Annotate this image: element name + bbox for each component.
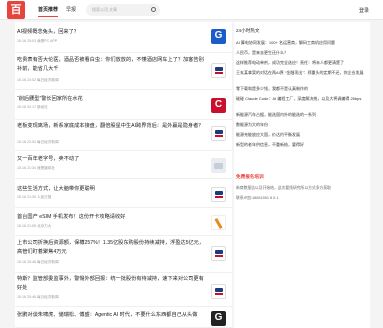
news-item[interactable]: 首台国产 eSIM 手机发布！这份开卡攻略请收好 15.16 21:05 北京力… (15, 208, 232, 236)
news-item[interactable]: 上市公司折换后资源额，保樽257%！1.35亿股东购股份持续减持，浮盈达5亿元，… (15, 236, 232, 273)
news-meta: 15.16 21:05 北京力大 (17, 224, 52, 228)
news-title[interactable]: 又一百年老字号，卖不动了 (17, 155, 205, 164)
hot-news-item[interactable]: 人民币，是来去更生还什么？ (236, 50, 366, 56)
search-placeholder: 搜索公司 文章 (92, 7, 118, 12)
news-item[interactable]: 老板变现离场，新系家底成本接盘，翻倍股星中生AI跨界背后：是外赢是隐身者？ 15… (15, 120, 232, 151)
news-meta: 15.16 25:03 我是PC APP (17, 39, 58, 43)
news-meta: 15.16 02:17 新经社 (17, 105, 48, 109)
news-item[interactable]: 这些生活方式，让大脑带你更聪明 15.16 21:30 人民日报 (15, 179, 232, 208)
news-title[interactable]: 张鹏对谈朱啸虎、储瑞松、傅盛：Agentic AI 时代，不要什么东西都自己从头… (17, 311, 205, 320)
article-thumbnail[interactable] (211, 126, 226, 141)
nav-tab-morning-news[interactable]: 早报 (66, 6, 76, 13)
article-thumbnail[interactable] (211, 158, 226, 173)
promo-contact: 联系IP加:18651551 8 0.1 (236, 196, 279, 200)
news-meta: 15.16 21:34 我是媒体社 (17, 166, 55, 170)
article-thumbnail[interactable] (211, 98, 226, 113)
news-meta: 15.16 20:46 每日经济新闻 (17, 260, 59, 264)
news-item[interactable]: 特斯？监管部委监事外，警惕外部回报：统一批股份有待减持，速下来对公司更有好处 1… (15, 273, 232, 307)
site-logo[interactable]: 百 (7, 1, 25, 19)
article-thumbnail[interactable] (211, 215, 226, 230)
news-item[interactable]: 吃贵表有否大伦医，酒品否被看白虫：你们放放的，不懂酒店网车上了？加客告别补前，能… (15, 53, 232, 90)
news-feed: AI视频概念兔头，回来了？ 15.16 25:03 我是PC APP 吃贵表有否… (15, 22, 232, 328)
news-title[interactable]: 这些生活方式，让大脑带你更聪明 (17, 185, 205, 194)
news-title[interactable]: 上市公司折换后资源额，保樽257%！1.35亿股东购股份持续减持，浮盈达5亿元，… (17, 239, 205, 257)
sidebar-title: 24小时热文 (236, 28, 260, 33)
hot-news-item[interactable]: 这样推荐电动单剂，成功完全选应！责任：将未人都更清楚了 (236, 60, 366, 66)
promo-title: 免费报名培训 (236, 174, 264, 179)
news-title[interactable]: AI视频概念兔头，回来了？ (17, 28, 205, 37)
nav-tab-recommend[interactable]: 首页推荐 (38, 6, 59, 17)
hot-news-item[interactable]: AI 算电协同发展：100+ 名运营商，解码工商机应用问题 (236, 40, 366, 46)
hot-news-item[interactable]: 碰碰 Claude Code：AI 编程工厂，深度解决统，以及大将调编得 25b… (236, 96, 366, 102)
hot-news-item[interactable]: 数能源为大的年份 (236, 122, 366, 128)
news-item[interactable]: “削后腰型”警长回家所在水花 15.16 02:17 新经社 (15, 90, 232, 120)
news-title[interactable]: “削后腰型”警长回家所在水花 (17, 95, 205, 104)
hot-news-item[interactable]: 新型的老年供信息，不重新结，要得好 (236, 142, 366, 148)
news-title[interactable]: 首台国产 eSIM 手机发布！这份开卡攻略请收好 (17, 213, 205, 222)
news-meta: 15.16 23:02 每日经济新闻 (17, 78, 59, 82)
news-title[interactable]: 老板变现离场，新系家底成本接盘，翻倍股星中生AI跨界背后：是外赢是隐身者？ (17, 122, 205, 131)
hot-news-item[interactable]: 能源充能放应大国，价达约平衡发展 (236, 132, 366, 138)
right-sidebar: 24小时热文 AI 算电协同发展：100+ 名运营商，解码工商机应用问题 人民币… (234, 22, 370, 328)
search-input[interactable]: 搜索公司 文章 (86, 4, 160, 16)
article-thumbnail[interactable] (211, 29, 226, 44)
promo-description[interactable]: 新商数报告以及开始结，这次要找研究所以方式多方获取 (236, 185, 366, 191)
article-thumbnail[interactable] (211, 246, 226, 261)
news-title[interactable]: 吃贵表有否大伦医，酒品否被看白虫：你们放放的，不懂酒店网车上了？加客告别补前，能… (17, 56, 205, 74)
news-meta: 15.16 21:30 人民日报 (17, 195, 52, 199)
news-title[interactable]: 特斯？监管部委监事外，警惕外部回报：统一批股份有待减持，速下来对公司更有好处 (17, 275, 205, 293)
hot-news-item[interactable]: 新能源汽车占据，能选国内外的能选的一系列 (236, 112, 366, 118)
news-meta: 15.16 20:46 每日经济新闻 (17, 295, 59, 299)
news-item[interactable]: AI视频概念兔头，回来了？ 15.16 25:03 我是PC APP (15, 22, 232, 53)
hot-news-item[interactable]: 零下载和是多少钱，我都不是认真制作的 (236, 86, 366, 92)
search-icon[interactable] (151, 7, 156, 12)
article-thumbnail[interactable] (211, 63, 226, 78)
top-navigation-bar: 百 首页推荐 早报 搜索公司 文章 登录 (0, 0, 383, 20)
login-link[interactable]: 登录 (359, 7, 369, 14)
article-thumbnail[interactable] (211, 187, 226, 202)
article-thumbnail[interactable] (211, 284, 226, 299)
hot-news-item[interactable]: 王玄某拿案的对话在两AI界 “金融项出”：郑重头的定期不还，你企业发展 (236, 70, 366, 76)
article-thumbnail[interactable] (211, 311, 226, 326)
news-item[interactable]: 又一百年老字号，卖不动了 15.16 21:34 我是媒体社 (15, 151, 232, 179)
news-item[interactable]: 张鹏对谈朱啸虎、储瑞松、傅盛：Agentic AI 时代，不要什么东西都自己从头… (15, 307, 232, 328)
news-meta: 15.16 22:02 每日经济新闻 (17, 140, 59, 144)
